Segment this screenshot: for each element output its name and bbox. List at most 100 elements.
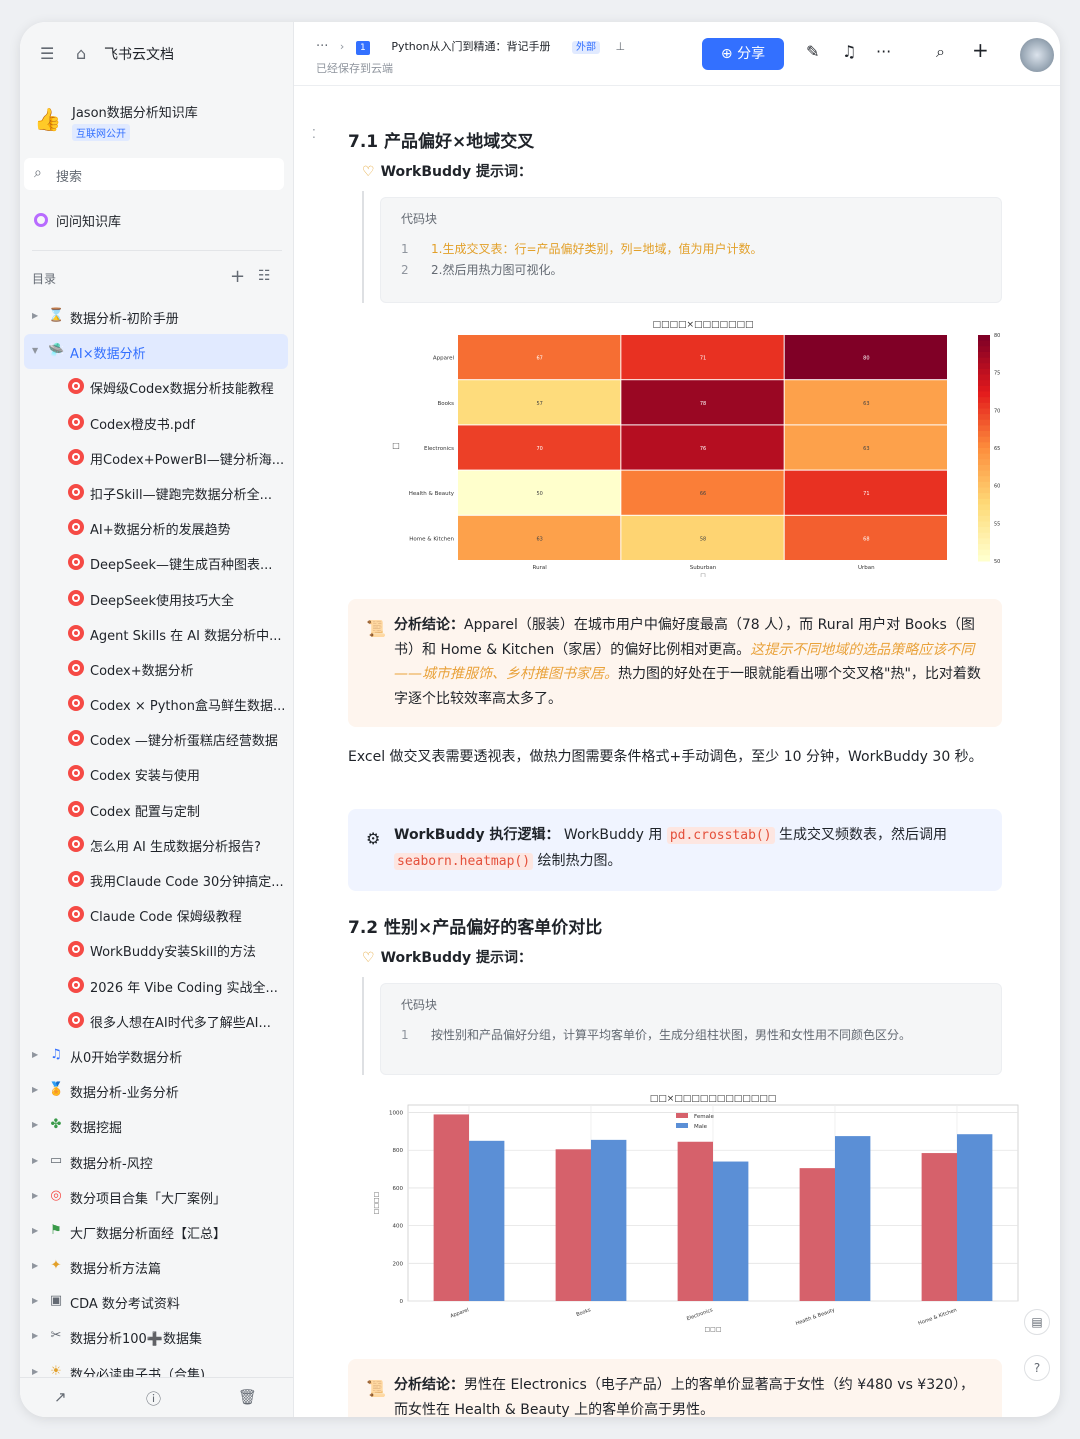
- toc-item[interactable]: Claude Code 保姆级教程: [24, 897, 288, 932]
- more-crumbs-button[interactable]: ···: [316, 39, 328, 54]
- caret-right-icon[interactable]: ▶: [32, 1050, 38, 1059]
- toc-item[interactable]: 怎么用 AI 生成数据分析报告?: [24, 827, 288, 862]
- doc-red-icon: [68, 519, 84, 536]
- search-icon[interactable]: ⌕: [936, 42, 945, 62]
- toc-item[interactable]: Codex × Python盒马鲜生数据...: [24, 686, 288, 721]
- share-out-icon[interactable]: ↗: [54, 1388, 67, 1406]
- code-block[interactable]: 代码块 1 1.生成交叉表：行=产品偏好类别，列=地域，值为用户计数。 2 2.然后…: [380, 197, 1002, 303]
- toc-folder[interactable]: ▶ ⌛ 数据分析-初阶手册: [24, 299, 288, 334]
- caret-right-icon[interactable]: ▶: [32, 1191, 38, 1200]
- toc-item[interactable]: WorkBuddy安装Skill的方法: [24, 932, 288, 967]
- caret-down-icon[interactable]: ▼: [32, 346, 38, 355]
- toc-folder[interactable]: ▶ ▭ 数据分析-风控: [24, 1144, 288, 1179]
- sidebar: ☰ ⌂ 飞书云文档 👍 Jason数据分析知识库 互联网公开 ⌕ 搜索 问问知识…: [20, 22, 294, 1417]
- toc-item[interactable]: 2026 年 Vibe Coding 实战全...: [24, 968, 288, 1003]
- caret-right-icon[interactable]: ▶: [32, 1367, 38, 1376]
- edit-icon[interactable]: ✎: [806, 42, 819, 61]
- x-tick-label: Apparel: [450, 1307, 470, 1319]
- toc-item[interactable]: Agent Skills 在 AI 数据分析中...: [24, 616, 288, 651]
- x-axis-label: □: [700, 573, 705, 577]
- toc-folder[interactable]: ▼ 🛸 AI×数据分析: [24, 334, 288, 370]
- prompt-heading: ♡ WorkBuddy 提示词：: [362, 161, 532, 181]
- pin-icon[interactable]: ⊥: [615, 40, 625, 53]
- toc-item-label: AI+数据分析的发展趋势: [90, 523, 231, 539]
- cell-label: 70: [536, 446, 542, 452]
- x-tick-label: Suburban: [690, 565, 717, 571]
- toc-item[interactable]: 我用Claude Code 30分钟搞定...: [24, 862, 288, 897]
- knowledge-base-header[interactable]: 👍 Jason数据分析知识库 互联网公开: [32, 98, 282, 148]
- bell-icon[interactable]: ♫: [842, 42, 856, 61]
- toc-folder[interactable]: ▶ 🏅 数据分析-业务分析: [24, 1073, 288, 1108]
- caret-right-icon[interactable]: ▶: [32, 1120, 38, 1129]
- list-view-icon[interactable]: ☷: [258, 268, 271, 284]
- toc-folder[interactable]: ▶ ✤ 数据挖掘: [24, 1108, 288, 1143]
- doc-red-icon: [68, 871, 84, 887]
- caret-right-icon[interactable]: ▶: [32, 311, 38, 320]
- trash-icon[interactable]: 🗑: [238, 1388, 257, 1406]
- tools-icon: ✂: [50, 1328, 62, 1344]
- share-button[interactable]: ⊕ 分享: [702, 38, 784, 70]
- more-icon[interactable]: ···: [876, 42, 891, 61]
- colorbar-segment: [978, 476, 990, 483]
- brand-name[interactable]: 飞书云文档: [104, 44, 174, 64]
- add-icon[interactable]: +: [972, 38, 989, 62]
- toc-folder[interactable]: ▶ ✦ 数据分析方法篇: [24, 1249, 288, 1284]
- info-icon[interactable]: ⓘ: [146, 1388, 161, 1409]
- caret-right-icon[interactable]: ▶: [32, 1296, 38, 1305]
- x-tick-label: Home & Kitchen: [917, 1307, 957, 1327]
- toc-item-label: DeepSeek—键生成百种图表...: [90, 558, 273, 574]
- toc-item[interactable]: Codex 配置与定制: [24, 792, 288, 827]
- collapse-sidebar-icon[interactable]: ☰: [40, 44, 54, 63]
- help-icon[interactable]: ?: [1024, 1355, 1050, 1381]
- caret-right-icon[interactable]: ▶: [32, 1156, 38, 1165]
- colorbar-segment: [978, 431, 990, 438]
- toc-item-label: AI×数据分析: [70, 347, 146, 363]
- toc-item-label: 数据分析-风控: [70, 1156, 153, 1172]
- caret-right-icon[interactable]: ▶: [32, 1331, 38, 1340]
- toc-item[interactable]: 扣子Skill—键跑完数据分析全...: [24, 475, 288, 510]
- home-icon[interactable]: ⌂: [76, 44, 86, 63]
- toc-folder[interactable]: ▶ ⚑ 大厂数据分析面经【汇总】: [24, 1214, 288, 1249]
- comment-icon[interactable]: ▤: [1024, 1309, 1050, 1335]
- caret-right-icon[interactable]: ▶: [32, 1261, 38, 1270]
- colorbar-segment: [978, 453, 990, 460]
- doc-red-icon: [68, 730, 84, 747]
- code-block[interactable]: 代码块 1 按性别和产品偏好分组，计算平均客单价，生成分组柱状图，男性和女性用不同…: [380, 983, 1002, 1075]
- public-badge: 互联网公开: [72, 124, 130, 141]
- toc-item[interactable]: Codex+数据分析: [24, 651, 288, 686]
- toc-folder[interactable]: ▶ ♫ 从0开始学数据分析: [24, 1038, 288, 1073]
- doc-title[interactable]: Python从入门到精通：背记手册: [391, 40, 550, 53]
- search-box[interactable]: ⌕ 搜索: [24, 158, 284, 190]
- toc-folder[interactable]: ▶ ✂ 数据分析100➕数据集: [24, 1319, 288, 1354]
- toc-item[interactable]: Codex —键分析蛋糕店经营数据: [24, 721, 288, 756]
- toc-item[interactable]: 很多人想在AI时代多了解些AI...: [24, 1003, 288, 1038]
- toc-item[interactable]: 保姆级Codex数据分析技能教程: [24, 369, 288, 404]
- book-icon: 📜: [366, 619, 386, 638]
- colorbar-segment: [978, 414, 990, 421]
- colorbar-segment: [978, 374, 990, 381]
- bar-female: [433, 1114, 469, 1301]
- colorbar-segment: [978, 527, 990, 534]
- add-page-icon[interactable]: +: [230, 266, 245, 287]
- toc-folder[interactable]: ▶ ◎ 数分项目合集「大厂案例」: [24, 1179, 288, 1214]
- caret-right-icon[interactable]: ▶: [32, 1085, 38, 1094]
- toc-folder[interactable]: ▶ ▣ CDA 数分考试资料: [24, 1284, 288, 1319]
- toc-item[interactable]: Codex橙皮书.pdf: [24, 405, 288, 440]
- toc-item[interactable]: DeepSeek使用技巧大全: [24, 581, 288, 616]
- code-block-title: 代码块: [401, 998, 438, 1012]
- conclusion-text: 分析结论：Apparel（服装）在城市用户中偏好度最高（78 人），而 Rura…: [394, 613, 982, 711]
- toc-item[interactable]: DeepSeek—键生成百种图表...: [24, 545, 288, 580]
- colorbar-segment: [978, 459, 990, 466]
- cell-label: 63: [536, 536, 542, 542]
- ask-knowledge-base[interactable]: 问问知识库: [24, 204, 284, 236]
- toc-item[interactable]: AI+数据分析的发展趋势: [24, 510, 288, 545]
- toc-item[interactable]: 用Codex+PowerBI—键分析海...: [24, 440, 288, 475]
- doc-red-icon: [68, 624, 84, 641]
- caret-right-icon[interactable]: ▶: [32, 1226, 38, 1235]
- flag-icon: ⚑: [50, 1222, 62, 1238]
- cell-label: 66: [700, 491, 706, 497]
- avatar[interactable]: [1020, 38, 1054, 72]
- toc-item[interactable]: Codex 安装与使用: [24, 756, 288, 791]
- y-tick-label: 400: [393, 1224, 404, 1230]
- drag-handle-icon[interactable]: ⁚: [312, 127, 316, 141]
